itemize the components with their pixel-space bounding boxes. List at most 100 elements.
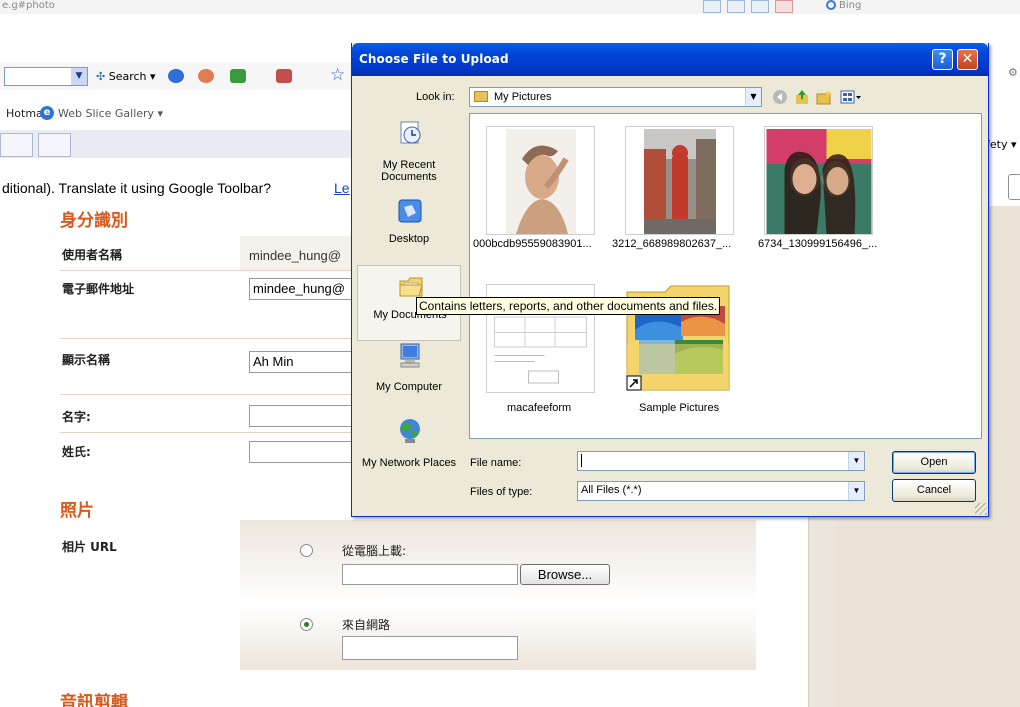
section-audio-heading: 音訊剪輯 xyxy=(60,693,128,707)
file-name[interactable]: 000bcdb95559083901... xyxy=(473,238,592,250)
up-folder-icon[interactable] xyxy=(794,89,810,105)
tab-strip xyxy=(0,130,360,158)
back-icon[interactable] xyxy=(772,89,788,105)
browser-top-bar: e.g#photo Bing xyxy=(0,0,1020,14)
choose-file-dialog: Choose File to Upload ? ✕ Look in: My Pi… xyxy=(351,43,989,517)
resize-grip[interactable] xyxy=(975,503,987,515)
chevron-down-icon[interactable]: ▼ xyxy=(71,68,87,85)
toolbar-search-box[interactable]: ▼ xyxy=(4,67,88,86)
folder-icon xyxy=(474,91,488,102)
file-list-view: 000bcdb95559083901... 3212_668989802637_… xyxy=(469,113,982,439)
ie-icon: e xyxy=(40,106,54,120)
rss-feed-icon[interactable] xyxy=(727,0,745,13)
refresh-icon[interactable] xyxy=(751,0,769,13)
browser-tab[interactable] xyxy=(0,133,33,157)
stop-icon[interactable] xyxy=(775,0,793,13)
my-computer-icon xyxy=(400,343,420,368)
desktop-icon xyxy=(398,199,422,223)
chevron-down-icon[interactable]: ▼ xyxy=(848,452,864,470)
browse-button[interactable]: Browse... xyxy=(520,564,610,585)
google-toolbar: ▼ ✣ Search ▾ ☆ xyxy=(0,62,360,90)
web-option-label: 來自網路 xyxy=(342,618,391,632)
favorites-bar: Hotmail e Web Slice Gallery ▾ xyxy=(0,104,360,124)
new-folder-icon[interactable] xyxy=(816,89,832,105)
dialog-title-bar[interactable]: Choose File to Upload ? ✕ xyxy=(352,43,988,76)
address-fragment: e.g#photo xyxy=(2,0,55,11)
favorites-web-slice-gallery[interactable]: Web Slice Gallery ▾ xyxy=(58,107,163,120)
first-name-field[interactable] xyxy=(249,405,359,427)
upload-option-label: 從電腦上載: xyxy=(342,544,407,558)
my-documents-icon xyxy=(399,277,423,297)
file-thumbnail[interactable] xyxy=(486,126,595,235)
translate-link[interactable]: Le xyxy=(334,180,350,196)
files-of-type-label: Files of type: xyxy=(470,486,533,498)
translate-infobar: ditional). Translate it using Google Too… xyxy=(0,174,360,204)
file-name[interactable]: 6734_130999156496_... xyxy=(758,238,877,250)
last-name-field[interactable] xyxy=(249,441,359,463)
upload-radio[interactable] xyxy=(300,544,313,557)
close-button[interactable]: ✕ xyxy=(957,49,978,70)
file-name[interactable]: 3212_668989802637_... xyxy=(612,238,731,250)
files-of-type-dropdown[interactable]: All Files (*.*) ▼ xyxy=(577,481,865,501)
views-menu-icon[interactable] xyxy=(840,89,862,105)
web-radio[interactable] xyxy=(300,618,313,631)
bing-icon xyxy=(826,0,836,10)
bing-search-box[interactable]: Bing xyxy=(826,0,861,11)
bing-label: Bing xyxy=(839,0,862,11)
dialog-title: Choose File to Upload xyxy=(359,52,509,66)
file-name[interactable]: macafeeform xyxy=(507,402,571,414)
photo-thumbnail-street-image xyxy=(643,129,716,234)
recent-documents-icon xyxy=(400,121,421,144)
place-desktop[interactable]: Desktop xyxy=(357,189,461,265)
look-in-dropdown[interactable]: My Pictures ▼ xyxy=(469,87,762,107)
toolbar-search-button[interactable]: ✣ Search ▾ xyxy=(96,70,156,83)
place-label: My Recent Documents xyxy=(381,159,437,183)
settings-icon[interactable]: ⚙ xyxy=(1008,66,1020,80)
cancel-button[interactable]: Cancel xyxy=(892,479,976,502)
section-photo-heading: 照片 xyxy=(60,501,94,521)
file-name[interactable]: Sample Pictures xyxy=(639,402,719,414)
photo-source-panel: 從電腦上載: Browse... 來自網路 xyxy=(240,520,756,670)
search-label: Search xyxy=(108,70,147,83)
place-recent-documents[interactable]: My Recent Documents xyxy=(357,113,461,189)
help-button[interactable]: ? xyxy=(932,49,953,70)
safety-menu[interactable]: fety ▾ xyxy=(986,138,1017,151)
places-tooltip: Contains letters, reports, and other doc… xyxy=(416,297,721,315)
display-name-label: 顯示名稱 xyxy=(62,353,111,367)
files-of-type-value: All Files (*.*) xyxy=(581,484,642,496)
text-cursor xyxy=(581,454,582,467)
open-button[interactable]: Open xyxy=(892,451,976,474)
bookmark-star-icon[interactable]: ☆ xyxy=(330,65,345,85)
chevron-down-icon[interactable]: ▼ xyxy=(848,482,864,500)
look-in-label: Look in: xyxy=(416,91,455,103)
email-label: 電子郵件地址 xyxy=(62,282,135,296)
photo-url-label: 相片 URL xyxy=(62,540,117,554)
photo-thumbnail-friends-image xyxy=(766,129,871,234)
globe-icon[interactable] xyxy=(168,69,184,83)
spellcheck-icon[interactable] xyxy=(276,69,292,83)
place-network-places[interactable]: My Network Places xyxy=(357,417,461,493)
place-my-computer[interactable]: My Computer xyxy=(357,341,461,417)
username-label: 使用者名稱 xyxy=(62,248,123,262)
display-name-field[interactable]: Ah Min xyxy=(249,351,359,373)
place-label: My Computer xyxy=(375,381,443,393)
plus-icon[interactable] xyxy=(230,69,246,83)
file-thumbnail[interactable] xyxy=(764,126,873,235)
upload-path-field[interactable] xyxy=(342,564,518,585)
photo-url-field[interactable] xyxy=(342,636,518,660)
safety-label: fety xyxy=(986,138,1008,151)
place-label: My Network Places xyxy=(361,457,457,469)
chevron-down-icon[interactable]: ▼ xyxy=(745,88,761,106)
network-places-icon xyxy=(400,419,420,443)
web-slice-label: Web Slice Gallery xyxy=(58,107,155,120)
toolbar-edge-button[interactable] xyxy=(1008,174,1020,200)
new-tab-button[interactable] xyxy=(38,133,71,157)
last-name-label: 姓氏: xyxy=(62,445,91,459)
file-name-label: File name: xyxy=(470,457,522,469)
file-thumbnail[interactable] xyxy=(625,126,734,235)
pagerank-icon[interactable] xyxy=(198,69,214,83)
compat-view-icon[interactable] xyxy=(703,0,721,13)
file-name-field[interactable]: ▼ xyxy=(577,451,865,471)
section-identity-heading: 身分識別 xyxy=(60,211,128,231)
email-field[interactable]: mindee_hung@ xyxy=(249,278,359,300)
